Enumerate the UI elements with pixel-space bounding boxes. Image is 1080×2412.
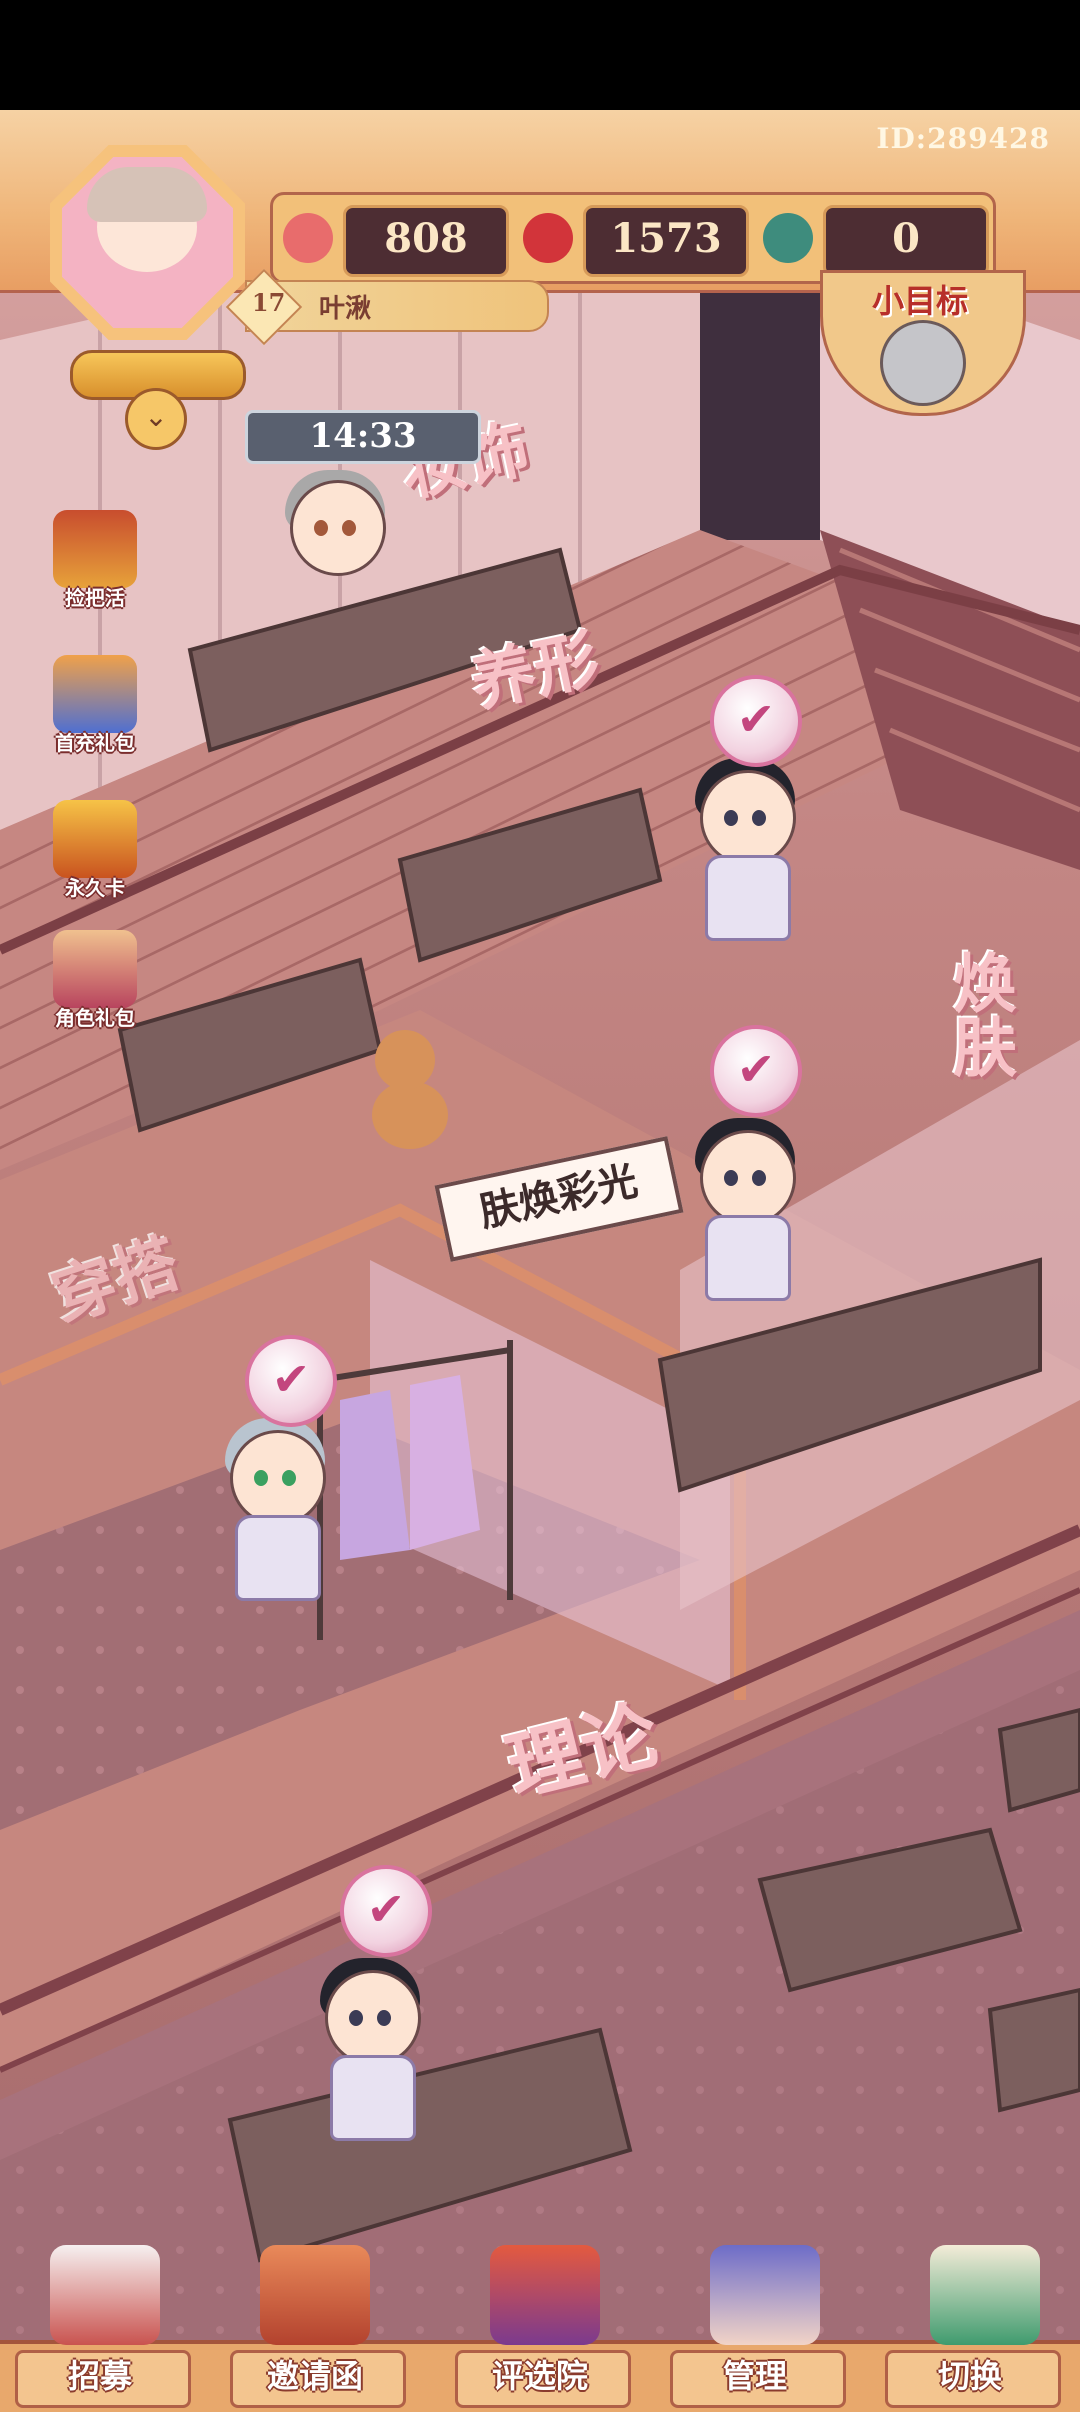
small-goal-button[interactable]: 小目标 — [820, 270, 1026, 416]
status-bar — [0, 0, 1080, 110]
nav-label-invitation[interactable]: 邀请函 — [225, 2348, 405, 2404]
wolf-mascot-icon — [880, 320, 966, 406]
manager-character-icon — [710, 2245, 820, 2345]
player-name-plate[interactable]: 17 叶湫 — [225, 268, 549, 346]
nav-recruit[interactable] — [10, 2235, 190, 2345]
task-complete-check-icon[interactable]: ✔ — [710, 675, 802, 767]
nav-manage[interactable] — [670, 2235, 850, 2345]
side-button-first-recharge[interactable]: 首充礼包 — [35, 655, 155, 765]
treasure-chest-icon — [53, 510, 137, 588]
countdown-timer: 14:33 — [245, 410, 481, 464]
player-id[interactable]: ID:289428 — [876, 122, 1050, 155]
task-complete-check-icon[interactable]: ✔ — [245, 1335, 337, 1427]
resource-jade[interactable]: 0 — [763, 205, 989, 277]
gold-card-icon — [53, 800, 137, 878]
game-screen: 妆饰 养形 穿搭 焕肤 理论 肤焕彩光 — [0, 0, 1080, 2412]
jade-orb-icon — [763, 213, 813, 263]
fox-gift-icon — [53, 655, 137, 733]
invitation-letter-icon — [260, 2245, 370, 2345]
zone-label-skincare: 焕肤 — [942, 950, 1017, 1078]
avatar — [62, 157, 233, 328]
nav-label-selection-hall[interactable]: 评选院 — [450, 2348, 630, 2404]
small-goal-label: 小目标 — [871, 282, 968, 320]
chevron-down-icon[interactable]: ⌄ — [125, 388, 187, 450]
pavilion-icon — [490, 2245, 600, 2345]
red-jewel-icon — [523, 213, 573, 263]
nav-invitation[interactable] — [220, 2235, 400, 2345]
nav-selection-hall[interactable] — [450, 2235, 630, 2345]
heart-shell-icon — [283, 213, 333, 263]
nav-label-manage[interactable]: 管理 — [665, 2348, 845, 2404]
player-name: 叶湫 — [319, 294, 372, 324]
map-pin-icon — [930, 2245, 1040, 2345]
nav-label-switch[interactable]: 切换 — [880, 2348, 1060, 2404]
side-button-character-pack[interactable]: 角色礼包 — [35, 930, 155, 1040]
task-complete-check-icon[interactable]: ✔ — [710, 1025, 802, 1117]
recruit-house-icon — [50, 2245, 160, 2345]
character-gift-icon — [53, 930, 137, 1008]
side-button-permanent-card[interactable]: 永久卡 — [35, 800, 155, 910]
game-scene[interactable]: 妆饰 养形 穿搭 焕肤 理论 肤焕彩光 — [0, 110, 1080, 2412]
nav-switch[interactable] — [890, 2235, 1070, 2345]
resource-hearts[interactable]: 808 — [283, 205, 509, 277]
resource-jewels[interactable]: 1573 — [523, 205, 749, 277]
nav-label-recruit[interactable]: 招募 — [10, 2348, 190, 2404]
task-complete-check-icon[interactable]: ✔ — [340, 1865, 432, 1957]
player-avatar[interactable] — [50, 145, 245, 340]
side-button-odd-jobs[interactable]: 捡把活 — [35, 510, 155, 620]
